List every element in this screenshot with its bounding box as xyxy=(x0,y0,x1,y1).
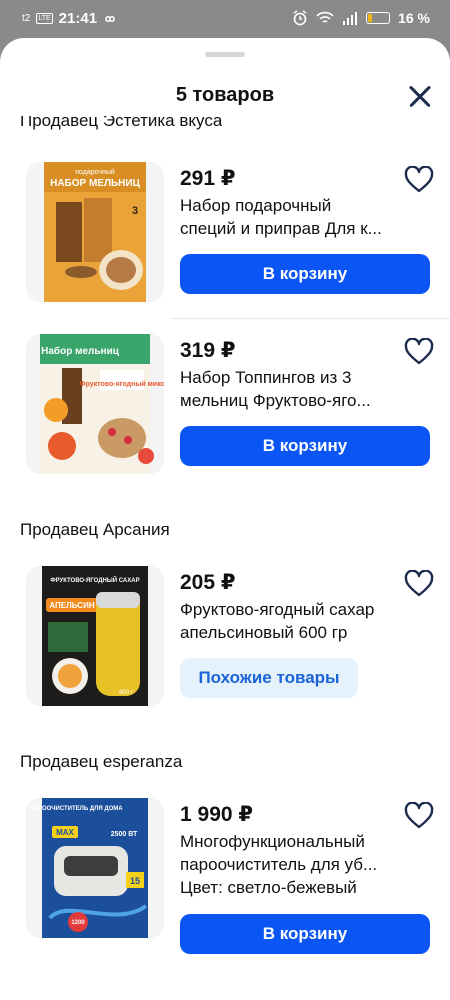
favorite-heart-icon[interactable] xyxy=(404,802,434,830)
bottom-sheet: 5 товаров Продавец Эстетика вкуса подаро… xyxy=(0,38,450,1000)
favorite-heart-icon[interactable] xyxy=(404,338,434,366)
clock: 21:41 xyxy=(58,10,98,27)
sheet-title: 5 товаров xyxy=(175,84,275,106)
product-card[interactable]: ФРУКТОВО-ЯГОДНЫЙ САХАР АПЕЛЬСИН 600 г 20… xyxy=(0,566,450,716)
product-image[interactable]: подарочный НАБОР МЕЛЬНИЦ 3 xyxy=(26,162,164,302)
add-to-cart-button[interactable]: В корзину xyxy=(180,254,430,294)
product-card[interactable]: Набор мельниц Фруктово-ягодный микс 319 … xyxy=(0,334,450,484)
product-image[interactable]: ПАРООЧИСТИТЕЛЬ ДЛЯ ДОМА MAX 2500 ВТ 15 1… xyxy=(26,798,164,938)
product-name[interactable]: Набор подарочный специй и приправ Для к.… xyxy=(180,194,402,240)
network-type: LTE xyxy=(36,13,53,24)
seller-name: Продавец Арсания xyxy=(20,520,170,539)
add-to-cart-button[interactable]: В корзину xyxy=(180,426,430,466)
thumb-text: подарочный xyxy=(75,168,115,176)
thumb-text: Набор мельниц xyxy=(41,345,120,357)
product-card[interactable]: ПАРООЧИСТИТЕЛЬ ДЛЯ ДОМА MAX 2500 ВТ 15 1… xyxy=(0,798,450,968)
thumb-text: Фруктово-ягодный микс xyxy=(80,380,164,388)
product-card[interactable]: подарочный НАБОР МЕЛЬНИЦ 3 291 ₽ Набор п… xyxy=(0,162,450,312)
product-image[interactable]: ФРУКТОВО-ЯГОДНЫЙ САХАР АПЕЛЬСИН 600 г xyxy=(26,566,164,706)
status-bar: t2 LTE 21:41 16 % xyxy=(0,0,450,38)
thumb-text: MAX xyxy=(56,828,74,837)
similar-products-button[interactable]: Похожие товары xyxy=(180,658,358,698)
thumb-text: АПЕЛЬСИН xyxy=(49,601,94,610)
add-to-cart-button[interactable]: В корзину xyxy=(180,914,430,954)
seller-name: Продавец esperanza xyxy=(20,752,183,771)
thumb-text: НАБОР МЕЛЬНИЦ xyxy=(50,178,140,189)
product-price: 1 990 ₽ xyxy=(180,803,253,826)
product-price: 319 ₽ xyxy=(180,339,236,362)
thumb-text: 3 xyxy=(132,205,138,217)
thumb-text: 600 г xyxy=(119,690,134,696)
battery-icon xyxy=(366,12,391,24)
product-price: 291 ₽ xyxy=(180,167,236,190)
thumb-text: 15 xyxy=(130,876,140,886)
favorite-heart-icon[interactable] xyxy=(404,570,434,598)
product-image[interactable]: Набор мельниц Фруктово-ягодный микс xyxy=(26,334,164,474)
thumb-text: ФРУКТОВО-ЯГОДНЫЙ САХАР xyxy=(50,576,139,584)
thumb-text: 1200 xyxy=(71,920,85,926)
seller-name: Продавец Эстетика вкуса xyxy=(20,116,223,130)
alarm-icon xyxy=(293,10,307,26)
drag-handle[interactable] xyxy=(205,52,245,57)
signal-icon xyxy=(343,11,358,25)
product-attribute: Цвет: светло-бежевый xyxy=(180,878,357,897)
divider xyxy=(170,318,450,319)
product-name[interactable]: Фруктово-ягодный сахар апельсиновый 600 … xyxy=(180,598,402,644)
thumb-text: ПАРООЧИСТИТЕЛЬ ДЛЯ ДОМА xyxy=(29,806,123,812)
product-name[interactable]: Многофункциональный пароочиститель для у… xyxy=(180,830,402,899)
wifi-icon xyxy=(316,11,334,23)
thumb-text: 2500 ВТ xyxy=(111,831,138,838)
product-name[interactable]: Набор Топпингов из 3 мельниц Фруктово-яг… xyxy=(180,366,402,412)
battery-level: 16 % xyxy=(398,10,430,26)
infinity-icon xyxy=(105,15,115,22)
product-price: 205 ₽ xyxy=(180,571,236,594)
network-indicator: t2 xyxy=(22,12,31,24)
favorite-heart-icon[interactable] xyxy=(404,166,434,194)
close-icon[interactable] xyxy=(404,80,436,112)
